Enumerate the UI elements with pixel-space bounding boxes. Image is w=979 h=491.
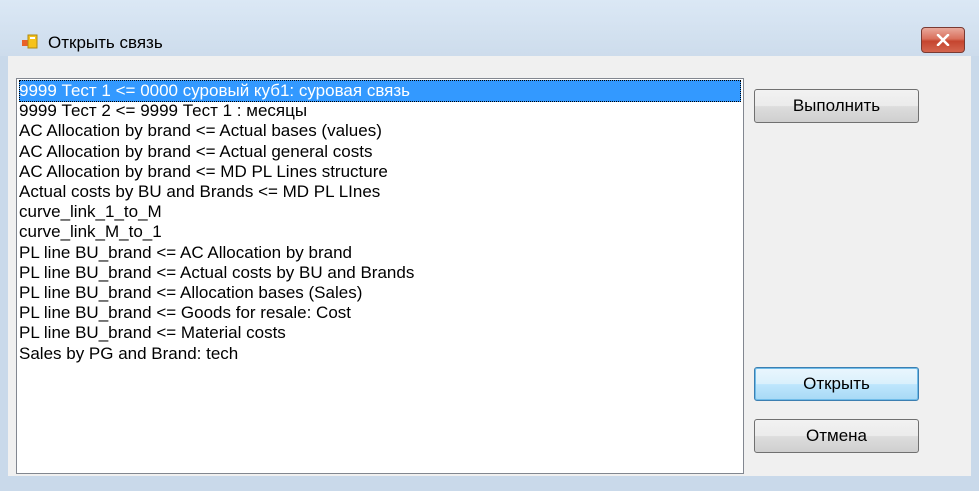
open-link-dialog: Открыть связь 9999 Тест 1 <= 0000 суровы… [0, 0, 979, 491]
window-title: Открыть связь [48, 33, 163, 52]
list-item[interactable]: PL line BU_brand <= Actual costs by BU a… [19, 262, 741, 284]
app-window-icon [22, 34, 38, 49]
dialog-body: 9999 Тест 1 <= 0000 суровый куб1: сурова… [8, 56, 971, 476]
list-item[interactable]: PL line BU_brand <= Goods for resale: Co… [19, 302, 741, 324]
list-item[interactable]: PL line BU_brand <= AC Allocation by bra… [19, 242, 741, 264]
list-item[interactable]: curve_link_M_to_1 [19, 221, 741, 243]
links-listbox[interactable]: 9999 Тест 1 <= 0000 суровый куб1: сурова… [16, 78, 744, 474]
list-item[interactable]: PL line BU_brand <= Material costs [19, 322, 741, 344]
list-item[interactable]: PL line BU_brand <= Allocation bases (Sa… [19, 282, 741, 304]
list-item[interactable]: AC Allocation by brand <= Actual bases (… [19, 120, 741, 142]
list-item[interactable]: 9999 Тест 1 <= 0000 суровый куб1: сурова… [19, 80, 741, 102]
list-item[interactable]: 9999 Тест 2 <= 9999 Тест 1 : месяцы [19, 100, 741, 122]
list-item[interactable]: AC Allocation by brand <= Actual general… [19, 141, 741, 163]
list-item[interactable]: Actual costs by BU and Brands <= MD PL L… [19, 181, 741, 203]
list-item[interactable]: curve_link_1_to_M [19, 201, 741, 223]
title-bar[interactable]: Открыть связь [0, 0, 979, 56]
close-button[interactable] [921, 27, 965, 53]
list-item[interactable]: Sales by PG and Brand: tech [19, 343, 741, 365]
list-item[interactable]: AC Allocation by brand <= MD PL Lines st… [19, 161, 741, 183]
execute-button[interactable]: Выполнить [754, 89, 919, 123]
close-icon [936, 34, 950, 46]
cancel-button[interactable]: Отмена [754, 419, 919, 453]
open-button[interactable]: Открыть [754, 367, 919, 401]
